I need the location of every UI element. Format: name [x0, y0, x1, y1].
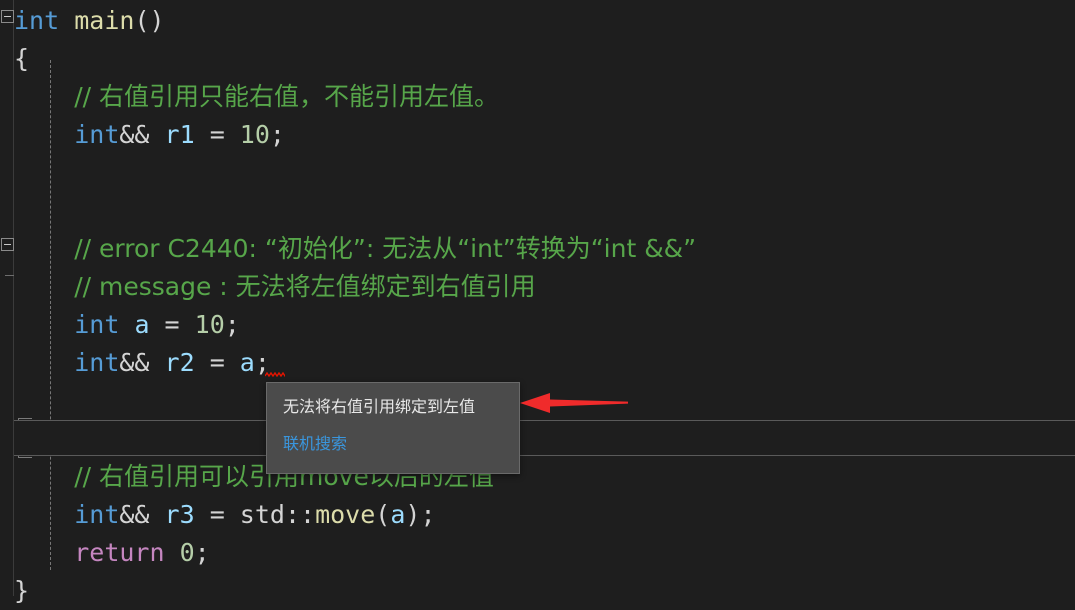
code-line-7[interactable]: // error C2440: “初始化”: 无法从“int”转换为“int &… — [14, 230, 696, 268]
code-token: = — [149, 310, 195, 339]
code-line-12[interactable] — [14, 420, 29, 458]
code-token: r3 — [164, 500, 195, 529]
code-token: move — [315, 500, 376, 529]
code-token: // 右值引用只能右值，不能引用左值。 — [74, 82, 500, 111]
code-token: int — [74, 500, 120, 529]
code-line-9[interactable]: int a = 10; — [14, 306, 240, 344]
code-token: && — [119, 120, 165, 149]
fold-main-function-icon[interactable] — [1, 10, 14, 23]
code-line-1[interactable]: int main() — [14, 2, 165, 40]
code-token: { — [14, 44, 30, 73]
code-line-3[interactable]: // 右值引用只能右值，不能引用左值。 — [14, 78, 499, 116]
code-line-6[interactable] — [14, 192, 29, 230]
code-line-16[interactable]: } — [14, 572, 29, 610]
current-line-highlight — [14, 420, 1075, 456]
code-token: :: — [284, 500, 316, 529]
code-token: r2 — [164, 348, 195, 377]
tooltip-message-text: 无法将右值引用绑定到左值 — [283, 397, 476, 416]
code-token: main — [74, 6, 135, 35]
code-token: = — [194, 348, 240, 377]
code-line-4[interactable]: int&& r1 = 10; — [14, 116, 285, 154]
code-token: ; — [269, 120, 285, 149]
code-token: int — [14, 6, 60, 35]
code-line-5[interactable] — [14, 154, 29, 192]
code-token: } — [14, 576, 30, 605]
code-token: ( — [375, 500, 391, 529]
code-token: 10 — [239, 120, 270, 149]
code-token: ; — [224, 310, 240, 339]
code-token: int — [74, 348, 120, 377]
code-line-11[interactable] — [14, 382, 29, 420]
code-token: a — [134, 310, 150, 339]
error-squiggle-underline — [265, 372, 285, 377]
code-token: 10 — [194, 310, 225, 339]
code-token: ); — [405, 500, 436, 529]
code-token: a — [390, 500, 406, 529]
code-token: && — [119, 348, 165, 377]
code-token: // error C2440: “初始化”: 无法从“int”转换为“int &… — [74, 234, 697, 263]
code-token: = — [194, 500, 240, 529]
code-token: ; — [194, 538, 210, 567]
code-line-8[interactable]: // message : 无法将左值绑定到右值引用 — [14, 268, 536, 306]
code-token: && — [119, 500, 165, 529]
fold-region-end-tick — [5, 275, 14, 276]
code-token: a — [239, 348, 255, 377]
quick-info-tooltip[interactable]: 无法将右值引用绑定到左值 联机搜索 — [266, 382, 520, 474]
code-token: return — [74, 538, 165, 567]
code-token: 0 — [179, 538, 195, 567]
code-token: int — [74, 310, 120, 339]
code-token: r1 — [164, 120, 195, 149]
code-editor-surface[interactable]: int main(){ // 右值引用只能右值，不能引用左值。 int&& r1… — [0, 0, 1075, 605]
code-line-2[interactable]: { — [14, 40, 29, 78]
fold-region-second-icon[interactable] — [1, 238, 14, 251]
code-token: () — [134, 6, 165, 35]
code-token: = — [194, 120, 240, 149]
code-line-15[interactable]: return 0; — [14, 534, 210, 572]
code-line-10[interactable]: int&& r2 = a; — [14, 344, 270, 382]
code-token: // message : 无法将左值绑定到右值引用 — [74, 272, 536, 301]
online-search-link[interactable]: 联机搜索 — [283, 434, 347, 454]
code-token: int — [74, 120, 120, 149]
code-line-14[interactable]: int&& r3 = std::move(a); — [14, 496, 436, 534]
code-token: std — [239, 500, 285, 529]
annotation-arrow-icon — [520, 390, 628, 420]
